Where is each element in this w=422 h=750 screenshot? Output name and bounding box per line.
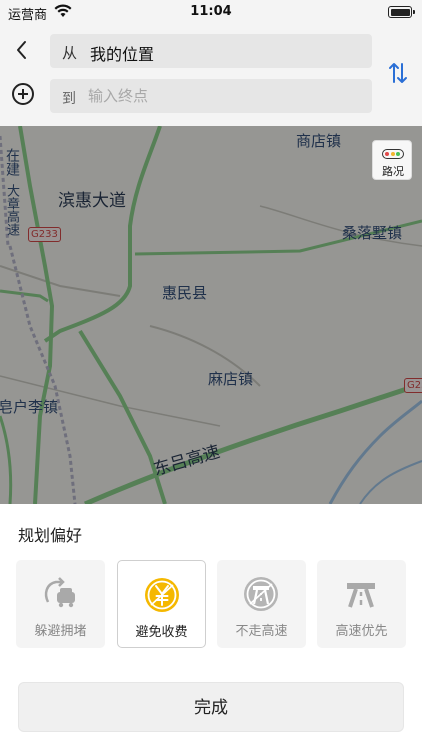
plus-circle-icon[interactable] [12, 83, 34, 105]
option-avoid-toll[interactable]: 避免收费 [117, 560, 206, 648]
traffic-label: 路况 [382, 165, 404, 178]
map-view[interactable]: 商店镇 滨惠大道 桑落墅镇 惠民县 麻店镇 皂户李镇 东吕高速 在建 大章高速 … [0, 126, 422, 504]
traffic-light-icon [382, 149, 404, 159]
option-no-highway[interactable]: 不走高速 [217, 560, 306, 648]
no-highway-icon [244, 577, 278, 611]
route-preference-sheet: 规划偏好 躲避拥堵 避免收费 不走高速 高速优先 完成 [0, 504, 422, 750]
map-label: 惠民县 [162, 284, 208, 302]
origin-field[interactable]: 从 我的位置 [50, 34, 372, 68]
map-label: 桑落墅镇 [342, 224, 403, 242]
map-label: 商店镇 [296, 132, 342, 150]
origin-value: 我的位置 [90, 45, 155, 64]
preference-options: 躲避拥堵 避免收费 不走高速 高速优先 [16, 560, 406, 648]
done-button[interactable]: 完成 [18, 682, 404, 732]
destination-field[interactable]: 到 [50, 79, 372, 113]
traffic-toggle-button[interactable]: 路况 [372, 140, 412, 180]
map-label: 麻店镇 [208, 370, 254, 388]
yen-no-toll-icon [145, 578, 179, 612]
map-label: 皂户李镇 [0, 398, 59, 416]
map-label: 在建 [4, 148, 20, 176]
option-avoid-congestion[interactable]: 躲避拥堵 [16, 560, 105, 648]
swap-vertical-icon[interactable] [388, 60, 408, 86]
status-bar: 运营商 11:04 [0, 0, 422, 24]
chevron-left-icon[interactable] [10, 36, 34, 64]
clock: 11:04 [190, 4, 232, 19]
road-shield: G233 [28, 227, 61, 242]
highway-icon [347, 583, 375, 608]
destination-prefix: 到 [62, 91, 76, 107]
option-label: 避免收费 [135, 625, 188, 640]
sheet-title: 规划偏好 [18, 526, 83, 545]
destination-input[interactable] [88, 83, 358, 109]
option-highway-first[interactable]: 高速优先 [317, 560, 406, 648]
battery-icon [388, 6, 415, 18]
option-label: 高速优先 [335, 624, 388, 639]
avoid-congestion-icon [44, 577, 75, 608]
option-label: 不走高速 [235, 624, 288, 639]
origin-prefix: 从 [62, 44, 78, 62]
option-label: 躲避拥堵 [34, 624, 87, 639]
map-label: 滨惠大道 [58, 191, 126, 211]
map-label: 大章高速 [4, 184, 19, 236]
route-panel: 从 我的位置 到 [0, 24, 422, 126]
road-shield: G25 [404, 378, 422, 393]
